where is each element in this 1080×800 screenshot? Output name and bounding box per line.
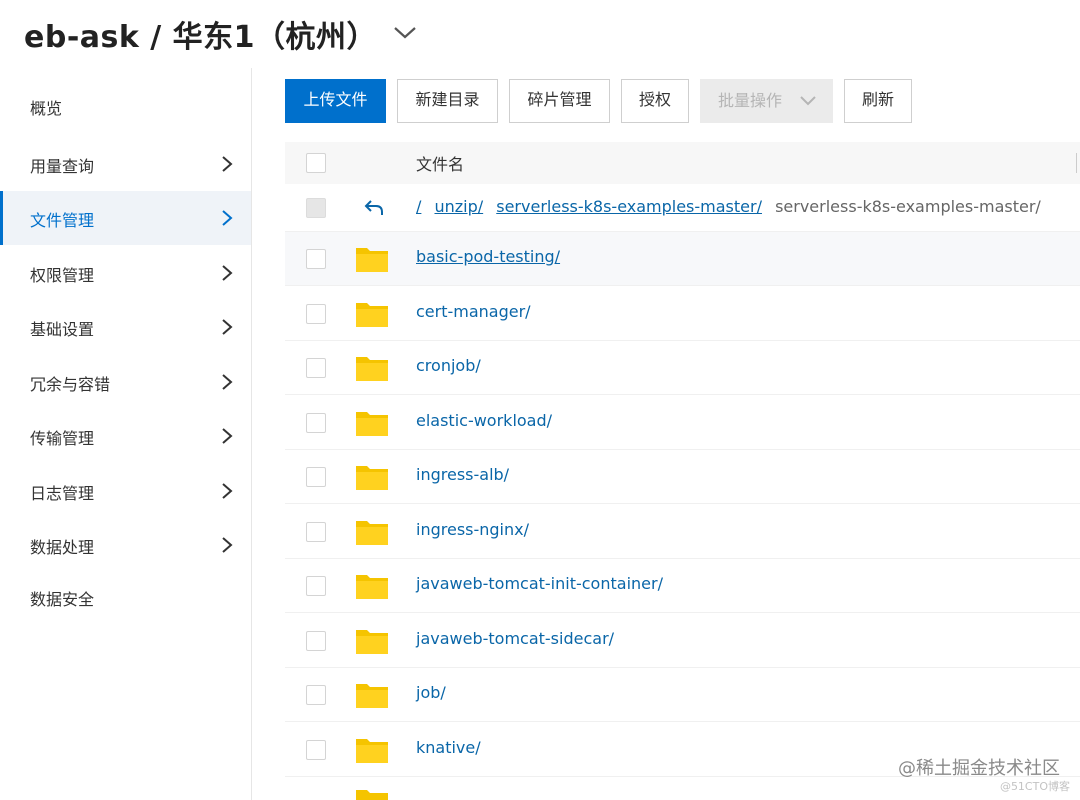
table-row[interactable]: cert-manager/	[285, 287, 1080, 341]
sidebar-item-data-processing[interactable]: 数据处理	[0, 518, 251, 572]
table-row[interactable]: ingress-nginx/	[285, 505, 1080, 559]
column-header-filename: 文件名	[416, 155, 465, 174]
column-divider	[1076, 153, 1080, 173]
folder-icon	[356, 684, 388, 708]
chevron-down-icon	[800, 96, 816, 106]
folder-link[interactable]: cronjob/	[416, 356, 481, 375]
chevron-right-icon	[222, 210, 233, 226]
breadcrumb-examples-master[interactable]: serverless-k8s-examples-master/	[496, 197, 762, 216]
folder-icon	[356, 739, 388, 763]
chevron-right-icon	[222, 265, 233, 281]
sidebar-item-label: 冗余与容错	[30, 375, 111, 394]
page-title: eb-ask / 华东1（杭州）	[24, 20, 378, 55]
batch-operation-label: 批量操作	[718, 91, 783, 110]
upload-file-button[interactable]: 上传文件	[285, 79, 386, 123]
folder-link[interactable]: javaweb-tomcat-sidecar/	[416, 629, 614, 648]
watermark-secondary: @51CTO博客	[999, 780, 1070, 793]
chevron-right-icon	[222, 319, 233, 335]
select-all-checkbox[interactable]	[306, 153, 326, 173]
table-row[interactable]: basic-pod-testing/	[285, 232, 1080, 286]
folder-link[interactable]: ingress-alb/	[416, 465, 509, 484]
sidebar-item-transfer[interactable]: 传输管理	[0, 409, 251, 463]
sidebar-item-permission[interactable]: 权限管理	[0, 246, 251, 300]
chevron-right-icon	[222, 537, 233, 553]
back-arrow-icon[interactable]	[363, 198, 385, 218]
folder-link[interactable]: ingress-nginx/	[416, 520, 529, 539]
table-row[interactable]: ingress-alb/	[285, 450, 1080, 504]
folder-icon	[356, 466, 388, 490]
row-checkbox[interactable]	[306, 413, 326, 433]
table-header: 文件名	[285, 142, 1080, 184]
sidebar-item-label: 传输管理	[30, 429, 95, 448]
sidebar-item-label: 概览	[30, 99, 63, 118]
folder-link[interactable]: cert-manager/	[416, 302, 531, 321]
folder-link[interactable]: javaweb-tomcat-init-container/	[416, 574, 663, 593]
sidebar-item-label: 用量查询	[30, 157, 95, 176]
page-header: eb-ask / 华东1（杭州）	[0, 0, 1080, 68]
sidebar-item-label: 基础设置	[30, 320, 95, 339]
sidebar-item-label: 数据安全	[30, 590, 95, 609]
sidebar-item-label: 数据处理	[30, 538, 95, 557]
row-checkbox[interactable]	[306, 631, 326, 651]
breadcrumb: / unzip/ serverless-k8s-examples-master/…	[416, 197, 1041, 216]
folder-icon	[356, 790, 388, 800]
watermark: @稀土掘金技术社区	[898, 758, 1060, 779]
batch-operation-dropdown[interactable]: 批量操作	[700, 79, 833, 123]
row-checkbox[interactable]	[306, 304, 326, 324]
fragment-management-button[interactable]: 碎片管理	[509, 79, 610, 123]
chevron-right-icon	[222, 483, 233, 499]
path-row: / unzip/ serverless-k8s-examples-master/…	[285, 184, 1080, 232]
breadcrumb-root[interactable]: /	[416, 197, 421, 216]
folder-link[interactable]: knative/	[416, 738, 481, 757]
row-checkbox[interactable]	[306, 467, 326, 487]
folder-icon	[356, 357, 388, 381]
sidebar-item-label: 权限管理	[30, 266, 95, 285]
row-checkbox[interactable]	[306, 249, 326, 269]
folder-link[interactable]: elastic-workload/	[416, 411, 552, 430]
refresh-button[interactable]: 刷新	[844, 79, 912, 123]
sidebar-item-file-management[interactable]: 文件管理	[0, 191, 251, 245]
folder-icon	[356, 575, 388, 599]
table-row[interactable]: elastic-workload/	[285, 396, 1080, 450]
sidebar-item-usage[interactable]: 用量查询	[0, 137, 251, 191]
sidebar-item-overview[interactable]: 概览	[0, 79, 251, 133]
folder-icon	[356, 630, 388, 654]
row-checkbox[interactable]	[306, 522, 326, 542]
sidebar-item-data-security[interactable]: 数据安全	[0, 570, 251, 624]
sidebar-item-logs[interactable]: 日志管理	[0, 464, 251, 518]
path-row-checkbox	[306, 198, 326, 218]
row-checkbox[interactable]	[306, 576, 326, 596]
row-checkbox[interactable]	[306, 685, 326, 705]
table-row[interactable]: javaweb-tomcat-init-container/	[285, 559, 1080, 613]
new-directory-button[interactable]: 新建目录	[397, 79, 498, 123]
breadcrumb-current: serverless-k8s-examples-master/	[775, 197, 1041, 216]
sidebar: 概览 用量查询 文件管理 权限管理 基础设置 冗余与容错 传输管理 日志管理 数…	[0, 68, 252, 800]
folder-link[interactable]: basic-pod-testing/	[416, 247, 560, 266]
folder-icon	[356, 521, 388, 545]
chevron-right-icon	[222, 156, 233, 172]
folder-icon	[356, 412, 388, 436]
authorize-button[interactable]: 授权	[621, 79, 689, 123]
folder-link[interactable]: job/	[416, 683, 446, 702]
row-checkbox[interactable]	[306, 358, 326, 378]
chevron-right-icon	[222, 428, 233, 444]
sidebar-item-label: 文件管理	[30, 211, 95, 230]
sidebar-item-redundancy[interactable]: 冗余与容错	[0, 355, 251, 409]
table-row[interactable]: javaweb-tomcat-sidecar/	[285, 614, 1080, 668]
breadcrumb-unzip[interactable]: unzip/	[434, 197, 483, 216]
folder-icon	[356, 248, 388, 272]
folder-icon	[356, 303, 388, 327]
sidebar-item-basic-settings[interactable]: 基础设置	[0, 300, 251, 354]
table-row[interactable]: job/	[285, 668, 1080, 722]
row-checkbox[interactable]	[306, 740, 326, 760]
chevron-down-icon[interactable]	[392, 22, 418, 42]
sidebar-item-label: 日志管理	[30, 484, 95, 503]
table-row[interactable]: cronjob/	[285, 341, 1080, 395]
chevron-right-icon	[222, 374, 233, 390]
